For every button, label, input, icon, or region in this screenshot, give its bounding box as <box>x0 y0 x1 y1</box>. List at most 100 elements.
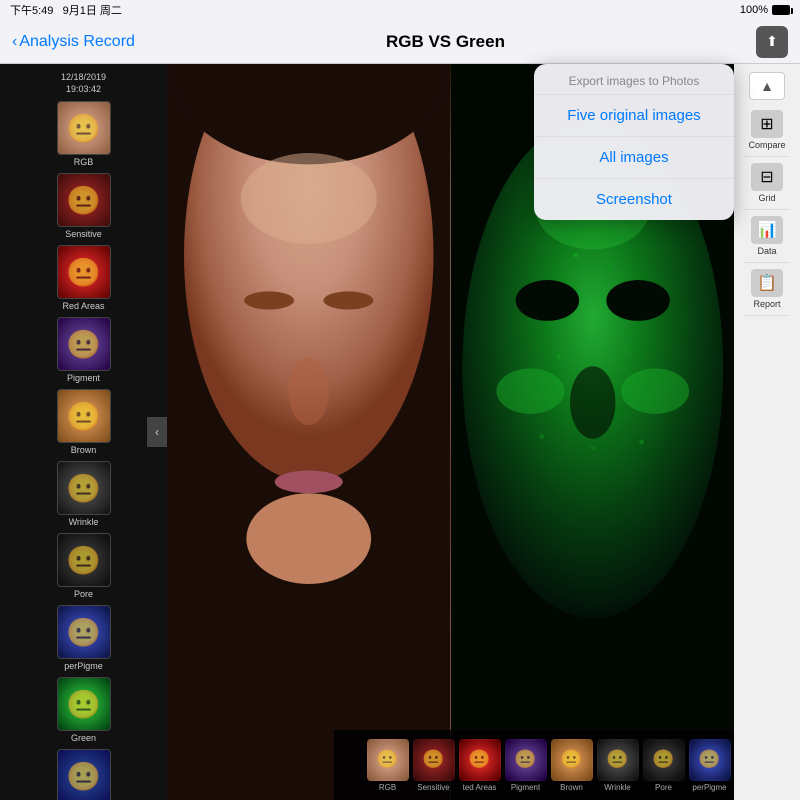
bottom-thumb-label: Wrinkle <box>604 783 631 792</box>
bottom-thumb-image: 😐 <box>505 739 547 781</box>
sidebar-item-rgb[interactable]: 😐 RGB <box>55 101 113 167</box>
sidebar-thumb-label: Wrinkle <box>69 517 99 527</box>
scroll-up-button[interactable]: ▲ <box>749 72 785 100</box>
face-icon: 😐 <box>58 606 110 658</box>
status-time: 下午5:49 9月1日 周二 <box>10 2 122 18</box>
sidebar-item-wrinkle[interactable]: 😐 Wrinkle <box>55 461 113 527</box>
sidebar-thumb-image: 😐 <box>57 173 111 227</box>
share-icon: ⬆ <box>766 33 778 50</box>
bottom-thumb-image: 😐 <box>367 739 409 781</box>
tool-label: Report <box>753 299 780 309</box>
bottom-thumb-pore[interactable]: 😐 Pore <box>643 739 685 792</box>
sidebar-thumb-image: 😐 <box>57 389 111 443</box>
tool-label: Grid <box>758 193 775 203</box>
face-icon: 😐 <box>507 741 545 779</box>
tool-icon: 📊 <box>751 216 783 244</box>
bottom-thumb-wrinkle[interactable]: 😐 Wrinkle <box>597 739 639 792</box>
face-icon: 😐 <box>58 174 110 226</box>
tool-icon: 📋 <box>751 269 783 297</box>
sidebar-thumb-label: Pore <box>74 589 93 599</box>
sidebar-item-pigment[interactable]: 😐 Pigment <box>55 317 113 383</box>
right-sidebar: ▲ ⊞ Compare ⊟ Grid 📊 Data 📋 Report <box>734 64 800 800</box>
back-button[interactable]: ‹ Analysis Record <box>12 33 135 51</box>
face-icon: 😐 <box>599 741 637 779</box>
face-icon: 😐 <box>58 246 110 298</box>
sidebar-item-pore[interactable]: 😐 Pore <box>55 533 113 599</box>
face-icon: 😐 <box>369 741 407 779</box>
dropdown-item-screenshot[interactable]: Screenshot <box>534 179 734 220</box>
sidebar-thumb-label: perPigme <box>64 661 103 671</box>
export-button[interactable]: ⬆ <box>756 26 788 58</box>
right-tool-compare[interactable]: ⊞ Compare <box>744 104 789 157</box>
bottom-thumb-label: Pore <box>655 783 672 792</box>
bottom-thumb-perpigme[interactable]: 😐 perPigme <box>689 739 731 792</box>
sidebar-item-perpigme[interactable]: 😐 perPigme <box>55 605 113 671</box>
sidebar-item-sensitive[interactable]: 😐 Sensitive <box>55 173 113 239</box>
nav-bar: ‹ Analysis Record RGB VS Green ⬆ <box>0 20 800 64</box>
sidebar-item-red-areas[interactable]: 😐 Red Areas <box>55 245 113 311</box>
right-tool-report[interactable]: 📋 Report <box>744 263 789 316</box>
tool-icon: ⊟ <box>751 163 783 191</box>
battery-icon <box>772 5 790 15</box>
tool-label: Data <box>757 246 776 256</box>
bottom-thumb-image: 😐 <box>551 739 593 781</box>
dropdown-item-all-images[interactable]: All images <box>534 137 734 179</box>
face-icon: 😐 <box>415 741 453 779</box>
bottom-thumb-label: Brown <box>560 783 583 792</box>
bottom-thumb-rgb[interactable]: 😐 RGB <box>367 739 409 792</box>
bottom-thumb-sensitive[interactable]: 😐 Sensitive <box>413 739 455 792</box>
sidebar-thumb-image: 😐 <box>57 101 111 155</box>
bottom-thumb-image: 😐 <box>459 739 501 781</box>
sidebar-thumb-label: Pigment <box>67 373 100 383</box>
export-dropdown-menu: Export images to Photos Five original im… <box>534 64 734 220</box>
tool-label: Compare <box>748 140 785 150</box>
left-sidebar: ‹ 12/18/201919:03:42 😐 RGB 😐 Sensitive 😐… <box>0 64 167 800</box>
bottom-thumb-label: perPigme <box>692 783 726 792</box>
sidebar-thumb-label: RGB <box>74 157 94 167</box>
dropdown-item-five-original-images[interactable]: Five original images <box>534 95 734 137</box>
sidebar-thumb-image: 😐 <box>57 533 111 587</box>
face-icon: 😐 <box>58 534 110 586</box>
bottom-thumb-ted-areas[interactable]: 😐 ted Areas <box>459 739 501 792</box>
chevron-left-icon: ‹ <box>12 33 17 51</box>
face-rgb-view <box>167 64 451 800</box>
face-icon: 😐 <box>58 462 110 514</box>
face-icon: 😐 <box>691 741 729 779</box>
bottom-thumb-brown[interactable]: 😐 Brown <box>551 739 593 792</box>
bottom-thumb-image: 😐 <box>597 739 639 781</box>
sidebar-item-green[interactable]: 😐 Green <box>55 677 113 743</box>
bottom-thumb-image: 😐 <box>413 739 455 781</box>
face-icon: 😐 <box>58 102 110 154</box>
status-right: 100% <box>740 4 790 16</box>
right-tool-data[interactable]: 📊 Data <box>744 210 789 263</box>
bottom-thumbs-container: 😐 RGB 😐 Sensitive 😐 ted Areas 😐 Pigment … <box>367 739 735 792</box>
bottom-thumb-label: ted Areas <box>463 783 497 792</box>
face-rgb-svg <box>167 64 451 800</box>
sidebar-thumb-label: Brown <box>71 445 97 455</box>
bottom-thumb-image: 😐 <box>643 739 685 781</box>
sidebar-thumb-label: Green <box>71 733 96 743</box>
sidebar-collapse-button[interactable]: ‹ <box>147 417 167 447</box>
sidebar-thumb-label: Red Areas <box>62 301 104 311</box>
bottom-thumb-label: Pigment <box>511 783 540 792</box>
sidebar-thumb-image: 😐 <box>57 605 111 659</box>
right-tool-grid[interactable]: ⊟ Grid <box>744 157 789 210</box>
bottom-thumb-pigment[interactable]: 😐 Pigment <box>505 739 547 792</box>
face-icon: 😐 <box>645 741 683 779</box>
sidebar-date: 12/18/201919:03:42 <box>61 72 106 95</box>
face-icon: 😐 <box>553 741 591 779</box>
face-icon: 😐 <box>58 318 110 370</box>
right-tools-container: ⊞ Compare ⊟ Grid 📊 Data 📋 Report <box>744 104 789 316</box>
tool-icon: ⊞ <box>751 110 783 138</box>
bottom-thumb-label: RGB <box>379 783 396 792</box>
face-icon: 😐 <box>58 390 110 442</box>
sidebar-item-brown[interactable]: 😐 Brown <box>55 389 113 455</box>
sidebar-thumbnails: 😐 RGB 😐 Sensitive 😐 Red Areas 😐 Pigment … <box>55 101 113 800</box>
face-icon: 😐 <box>58 750 110 800</box>
sidebar-item-acne[interactable]: 😐 Acne <box>55 749 113 800</box>
nav-title: RGB VS Green <box>386 32 505 52</box>
face-icon: 😐 <box>461 741 499 779</box>
bottom-thumb-image: 😐 <box>689 739 731 781</box>
sidebar-thumb-image: 😐 <box>57 749 111 800</box>
face-icon: 😐 <box>58 678 110 730</box>
